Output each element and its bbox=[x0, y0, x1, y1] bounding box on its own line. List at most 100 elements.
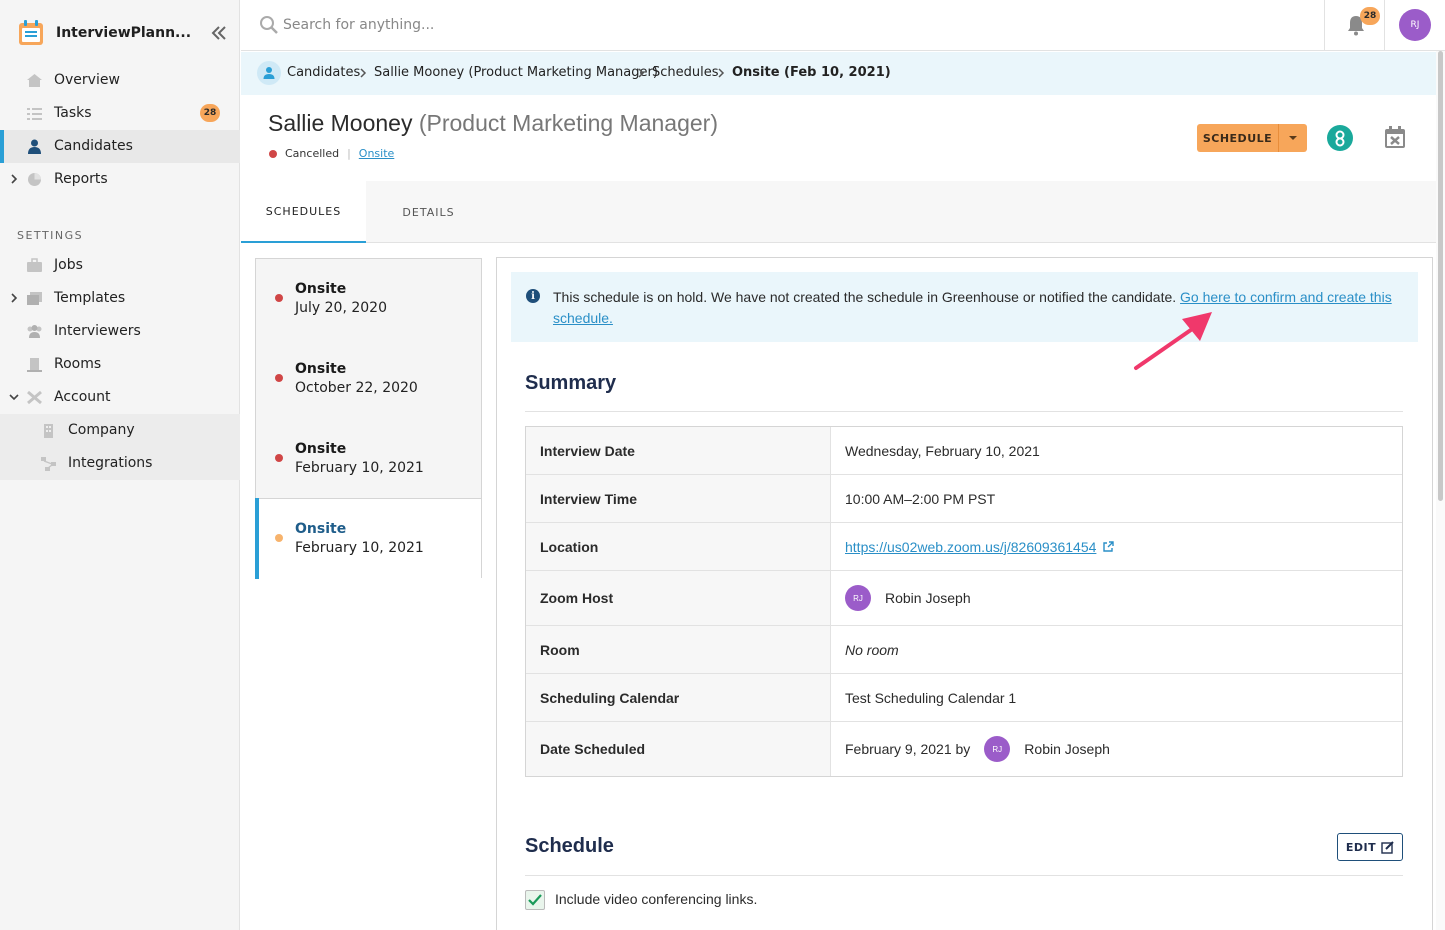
network-icon bbox=[41, 457, 56, 471]
notifications-button[interactable]: 28 bbox=[1324, 0, 1385, 51]
chevron-right-icon bbox=[718, 68, 725, 78]
sidebar-item-interviewers[interactable]: Interviewers bbox=[0, 315, 240, 348]
date-scheduled: February 9, 2021 by bbox=[845, 741, 971, 757]
chevron-right-icon[interactable] bbox=[8, 292, 20, 304]
row-value: No room bbox=[831, 626, 1402, 673]
sidebar-item-label: Jobs bbox=[54, 257, 83, 273]
row-key: Scheduling Calendar bbox=[526, 674, 831, 721]
sidebar-item-templates[interactable]: Templates bbox=[0, 282, 240, 315]
status-line: Cancelled | Onsite bbox=[269, 147, 394, 160]
scrollbar-thumb[interactable] bbox=[1438, 51, 1443, 501]
sidebar-item-company[interactable]: Company bbox=[0, 414, 240, 447]
tab-details[interactable]: DETAILS bbox=[366, 181, 491, 243]
table-row: Scheduling Calendar Test Scheduling Cale… bbox=[526, 674, 1402, 722]
sidebar-item-label: Rooms bbox=[54, 356, 102, 372]
schedule-list-item-selected[interactable]: Onsite February 10, 2021 bbox=[255, 498, 481, 579]
summary-table: Interview Date Wednesday, February 10, 2… bbox=[525, 426, 1403, 777]
zoom-link[interactable]: https://us02web.zoom.us/j/82609361454 bbox=[845, 539, 1096, 555]
sidebar-item-label: Company bbox=[68, 422, 135, 438]
on-hold-alert: i This schedule is on hold. We have not … bbox=[511, 272, 1418, 342]
sidebar-item-rooms[interactable]: Rooms bbox=[0, 348, 240, 381]
scrollbar[interactable] bbox=[1436, 51, 1445, 930]
schedule-button[interactable]: SCHEDULE bbox=[1197, 124, 1307, 152]
status-text: Cancelled bbox=[285, 147, 340, 160]
settings-section-title: SETTINGS bbox=[17, 229, 84, 242]
schedule-list-item[interactable]: Onsite February 10, 2021 bbox=[256, 419, 481, 499]
sidebar-item-tasks[interactable]: Tasks 28 bbox=[0, 97, 240, 130]
divider bbox=[525, 875, 1403, 876]
schedule-list-item[interactable]: Onsite October 22, 2020 bbox=[256, 339, 481, 419]
status-dot bbox=[269, 149, 277, 158]
chevron-right-icon bbox=[360, 68, 367, 78]
table-row: Interview Date Wednesday, February 10, 2… bbox=[526, 427, 1402, 475]
row-value: RJ Robin Joseph bbox=[831, 571, 1402, 625]
candidate-icon bbox=[257, 61, 281, 85]
row-key: Date Scheduled bbox=[526, 722, 831, 776]
app-title: InterviewPlann... bbox=[56, 25, 192, 41]
info-icon: i bbox=[526, 289, 540, 303]
status-dot bbox=[275, 374, 283, 382]
briefcase-icon bbox=[27, 258, 42, 272]
schedule-button-label[interactable]: SCHEDULE bbox=[1197, 124, 1279, 152]
schedule-detail-panel: i This schedule is on hold. We have not … bbox=[496, 257, 1433, 930]
sidebar-item-account[interactable]: Account bbox=[0, 381, 240, 414]
sidebar-item-candidates[interactable]: Candidates bbox=[0, 130, 240, 163]
breadcrumb-schedules[interactable]: Schedules bbox=[652, 65, 719, 80]
annotation-arrow-icon bbox=[1134, 312, 1212, 370]
row-value: February 9, 2021 by RJ Robin Joseph bbox=[831, 722, 1402, 776]
sidebar-item-integrations[interactable]: Integrations bbox=[0, 447, 240, 480]
brand[interactable]: InterviewPlann... bbox=[16, 16, 231, 50]
collapse-sidebar-icon[interactable] bbox=[209, 23, 229, 43]
tabs: SCHEDULES DETAILS bbox=[241, 181, 1436, 243]
row-value: Wednesday, February 10, 2021 bbox=[845, 442, 1040, 459]
topbar: 28 RJ bbox=[241, 0, 1445, 51]
sidebar-item-label: Account bbox=[54, 389, 111, 405]
schedule-dropdown-toggle[interactable] bbox=[1279, 124, 1307, 152]
table-row: Location https://us02web.zoom.us/j/82609… bbox=[526, 523, 1402, 571]
tab-schedules[interactable]: SCHEDULES bbox=[241, 181, 366, 243]
room-value: No room bbox=[845, 641, 899, 658]
pie-chart-icon bbox=[28, 173, 41, 186]
sidebar-item-jobs[interactable]: Jobs bbox=[0, 249, 240, 282]
sidebar-item-overview[interactable]: Overview bbox=[0, 64, 240, 97]
edit-button[interactable]: EDIT bbox=[1337, 833, 1403, 861]
chevron-right-icon bbox=[638, 68, 645, 78]
external-link-icon[interactable] bbox=[1102, 540, 1115, 553]
alert-message: This schedule is on hold. We have not cr… bbox=[553, 289, 1181, 305]
status-dot bbox=[275, 454, 283, 462]
chevron-right-icon[interactable] bbox=[8, 173, 20, 185]
notifications-count-badge: 28 bbox=[1360, 7, 1380, 25]
sidebar-item-label: Tasks bbox=[54, 105, 92, 121]
cancel-calendar-icon[interactable] bbox=[1384, 125, 1406, 149]
schedule-date: February 10, 2021 bbox=[295, 540, 424, 556]
row-value: 10:00 AM–2:00 PM PST bbox=[845, 490, 996, 507]
search-input[interactable] bbox=[283, 12, 1083, 38]
avatar: RJ bbox=[845, 585, 871, 611]
alert-text: This schedule is on hold. We have not cr… bbox=[553, 287, 1403, 329]
table-row: Room No room bbox=[526, 626, 1402, 674]
tools-icon bbox=[27, 390, 42, 405]
status-dot bbox=[275, 294, 283, 302]
status-dot bbox=[275, 534, 283, 542]
schedule-date: July 20, 2020 bbox=[295, 300, 387, 316]
breadcrumb-candidate[interactable]: Sallie Mooney (Product Marketing Manager… bbox=[374, 65, 658, 80]
home-icon bbox=[27, 74, 42, 87]
copy-icon bbox=[27, 292, 42, 305]
edit-button-label: EDIT bbox=[1345, 840, 1377, 854]
divider bbox=[525, 411, 1403, 412]
schedule-title: Onsite bbox=[295, 361, 347, 377]
video-links-checkbox[interactable] bbox=[525, 890, 545, 910]
greenhouse-icon[interactable] bbox=[1327, 125, 1353, 151]
row-key: Interview Date bbox=[526, 427, 831, 474]
sidebar-item-reports[interactable]: Reports bbox=[0, 163, 240, 196]
schedule-list-item[interactable]: Onsite July 20, 2020 bbox=[256, 259, 481, 339]
stage-link[interactable]: Onsite bbox=[359, 147, 395, 160]
user-avatar[interactable]: RJ bbox=[1399, 9, 1431, 41]
calendar-logo-icon bbox=[19, 20, 43, 45]
row-key: Location bbox=[526, 523, 831, 570]
tasks-count-badge: 28 bbox=[200, 104, 220, 122]
chevron-down-icon[interactable] bbox=[8, 391, 20, 403]
breadcrumb-candidates[interactable]: Candidates bbox=[287, 65, 360, 80]
row-key: Room bbox=[526, 626, 831, 673]
sidebar-item-label: Overview bbox=[54, 72, 120, 88]
